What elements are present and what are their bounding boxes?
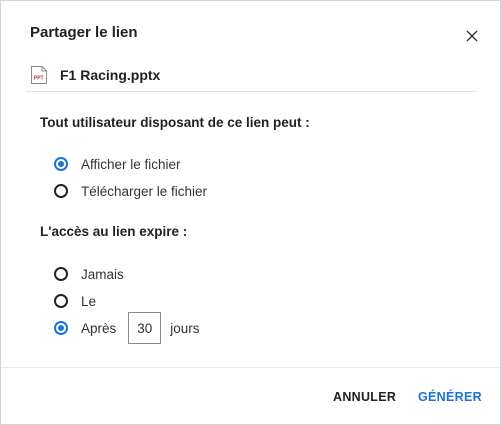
- radio-expire-never[interactable]: Jamais: [54, 264, 124, 284]
- share-link-dialog: Partager le lien PPT F1 Racing.pptx Tout…: [0, 0, 501, 425]
- radio-download-file[interactable]: Télécharger le fichier: [54, 181, 207, 201]
- days-unit-label: jours: [170, 320, 200, 336]
- cancel-button[interactable]: ANNULER: [333, 390, 396, 404]
- file-info: PPT F1 Racing.pptx: [30, 65, 160, 85]
- file-icon-text: PPT: [34, 76, 45, 82]
- radio-label-download: Télécharger le fichier: [81, 183, 208, 199]
- radio-expire-on-date[interactable]: Le: [54, 291, 96, 311]
- days-input[interactable]: [128, 312, 162, 344]
- radio-label-after: Après: [81, 320, 117, 336]
- radio-button-checked[interactable]: [54, 157, 68, 171]
- radio-button[interactable]: [54, 184, 68, 198]
- radio-label-on-date: Le: [81, 293, 97, 309]
- radio-button[interactable]: [54, 267, 68, 281]
- file-name: F1 Racing.pptx: [60, 67, 161, 83]
- header-divider: [26, 91, 477, 92]
- permission-section-label: Tout utilisateur disposant de ce lien pe…: [40, 115, 310, 130]
- radio-button[interactable]: [54, 294, 68, 308]
- footer-divider: [1, 367, 500, 368]
- dialog-title: Partager le lien: [30, 24, 138, 41]
- generate-button[interactable]: GÉNÉRER: [418, 390, 482, 404]
- radio-expire-after[interactable]: Après jours: [54, 312, 200, 344]
- pptx-file-icon: PPT: [31, 66, 47, 84]
- close-icon[interactable]: [464, 28, 480, 44]
- radio-label-view: Afficher le fichier: [81, 156, 181, 172]
- radio-label-never: Jamais: [81, 266, 124, 282]
- radio-button-checked[interactable]: [54, 321, 68, 335]
- radio-view-file[interactable]: Afficher le fichier: [54, 154, 181, 174]
- expiry-section-label: L'accès au lien expire :: [40, 224, 188, 239]
